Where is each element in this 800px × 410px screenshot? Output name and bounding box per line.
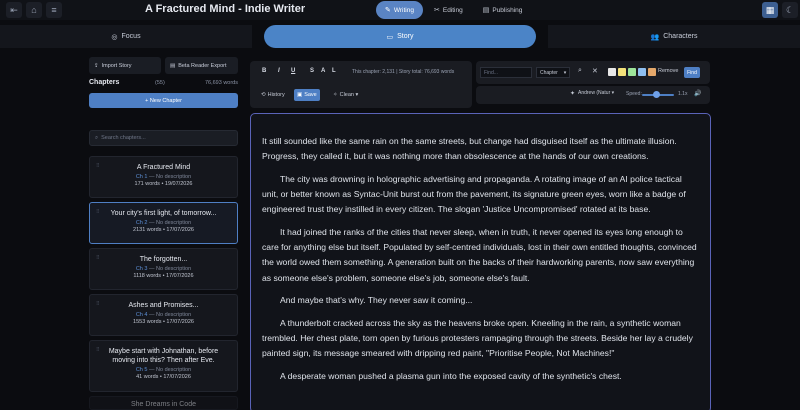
- highlight-swatch[interactable]: [608, 68, 616, 76]
- highlight-swatch[interactable]: [638, 68, 646, 76]
- chapter-item[interactable]: She Dreams in Code: [89, 396, 238, 410]
- drag-handle-icon[interactable]: ⠿: [96, 255, 100, 261]
- tab-focus[interactable]: ◎ Focus: [0, 25, 252, 48]
- editor-paragraph: And maybe that's why. They never saw it …: [280, 295, 473, 306]
- beta-export-button[interactable]: ▤ Beta Reader Export: [165, 57, 238, 74]
- brush-icon: ✧: [333, 92, 338, 98]
- underline-button[interactable]: U: [291, 68, 295, 74]
- top-bar: ⇤ ⌂ ≡ A Fractured Mind - Indie Writer ✎ W…: [0, 0, 800, 20]
- mode-switcher: ✎ Writing ✂ Editing ▤ Publishing: [376, 1, 531, 19]
- tab-characters[interactable]: 👥 Characters: [548, 25, 800, 48]
- mode-writing[interactable]: ✎ Writing: [376, 1, 423, 19]
- upload-icon: ⇪: [94, 62, 99, 69]
- story-editor[interactable]: It still sounded like the same rain on t…: [250, 113, 711, 410]
- highlight-swatch[interactable]: [648, 68, 656, 76]
- word-count: This chapter: 2,131 | Story total: 76,69…: [352, 69, 455, 75]
- speed-slider-handle[interactable]: [652, 91, 660, 98]
- drag-handle-icon[interactable]: ⠿: [96, 209, 100, 215]
- pencil-icon: ✎: [385, 7, 391, 14]
- import-story-button[interactable]: ⇪ Import Story: [89, 57, 161, 74]
- history-button[interactable]: ⟲ History: [258, 89, 288, 101]
- drag-handle-icon[interactable]: ⠿: [96, 163, 100, 169]
- find-bar: Find... Chapter ▾ ⌕ ✕ Remove Find: [476, 61, 710, 84]
- voice-select[interactable]: Andrew (Natur ▾: [578, 90, 614, 96]
- speed-label: Speed:: [626, 91, 642, 97]
- remove-highlight-button[interactable]: Remove: [658, 68, 678, 74]
- chapter-item[interactable]: ⠿ Maybe start with Johnathan, before mov…: [89, 340, 238, 392]
- menu-icon[interactable]: ≡: [46, 2, 62, 18]
- speaker-icon[interactable]: 🔊: [694, 90, 701, 97]
- highlight-swatch[interactable]: [618, 68, 626, 76]
- save-icon: ▣: [297, 92, 303, 98]
- save-button[interactable]: ▣ Save: [294, 89, 320, 101]
- chapter-item[interactable]: ⠿ A Fractured Mind Ch 1 — No description…: [89, 156, 238, 198]
- strike-button[interactable]: S: [310, 68, 314, 74]
- mode-editing[interactable]: ✂ Editing: [425, 1, 472, 19]
- clean-button[interactable]: ✧ Clean ▾: [330, 89, 361, 101]
- search-chapters-input[interactable]: ⌕ Search chapters...: [89, 130, 238, 146]
- chevron-down-icon: ▾: [563, 69, 567, 76]
- target-icon: ◎: [111, 33, 118, 41]
- book-icon: ▤: [482, 7, 490, 14]
- find-scope-select[interactable]: Chapter ▾: [536, 67, 570, 78]
- bold-button[interactable]: B: [262, 68, 266, 74]
- italic-button[interactable]: I: [278, 68, 280, 74]
- find-input[interactable]: Find...: [480, 67, 532, 78]
- chapter-list: ⠿ A Fractured Mind Ch 1 — No description…: [89, 156, 238, 410]
- tab-story[interactable]: ▭ Story: [264, 25, 536, 48]
- moon-icon[interactable]: ☾: [782, 2, 798, 18]
- list-button[interactable]: L: [332, 68, 336, 74]
- new-chapter-button[interactable]: + New Chapter: [89, 93, 238, 108]
- chapter-item[interactable]: ⠿ The forgotten... Ch 3 — No description…: [89, 248, 238, 290]
- home-icon[interactable]: ⌂: [26, 2, 42, 18]
- close-icon[interactable]: ✕: [592, 67, 598, 75]
- drag-handle-icon[interactable]: ⠿: [96, 347, 100, 353]
- highlight-swatch[interactable]: [628, 68, 636, 76]
- app-title: A Fractured Mind - Indie Writer: [145, 3, 306, 15]
- chapter-item-active[interactable]: ⠿ Your city's first light, of tomorrow..…: [89, 202, 238, 244]
- editor-paragraph: It had joined the ranks of the cities th…: [262, 227, 697, 283]
- format-toolbar: B I U S A L This chapter: 2,131 | Story …: [250, 61, 472, 108]
- history-icon: ⟲: [261, 92, 266, 98]
- read-aloud-bar: ✦ Andrew (Natur ▾ Speed: 1.1x 🔊: [476, 86, 710, 104]
- drag-handle-icon[interactable]: ⠿: [96, 301, 100, 307]
- editor-paragraph: It still sounded like the same rain on t…: [262, 136, 677, 162]
- total-words: 76,693 words: [204, 80, 238, 86]
- chapter-count: (55): [155, 80, 165, 86]
- find-button[interactable]: Find: [684, 67, 700, 78]
- grid-icon[interactable]: ▦: [762, 2, 778, 18]
- chapters-header: Chapters (55) 76,693 words: [89, 79, 238, 86]
- view-tabs: ◎ Focus ▭ Story 👥 Characters: [0, 25, 800, 48]
- doc-icon: ▤: [170, 62, 176, 69]
- tools-icon: ✂: [433, 7, 440, 14]
- chapters-label: Chapters: [89, 79, 120, 86]
- search-icon[interactable]: ⌕: [578, 67, 582, 75]
- editor-paragraph: A thunderbolt cracked across the sky as …: [262, 318, 693, 359]
- chapter-item[interactable]: ⠿ Ashes and Promises... Ch 4 — No descri…: [89, 294, 238, 336]
- editor-paragraph: A desperate woman pushed a plasma gun in…: [280, 371, 622, 382]
- people-icon: 👥: [650, 33, 660, 41]
- back-arrow-icon[interactable]: ⇤: [6, 2, 22, 18]
- sparkle-icon: ✦: [570, 91, 576, 97]
- editor-paragraph: The city was drowning in holographic adv…: [262, 173, 686, 215]
- mode-publishing[interactable]: ▤ Publishing: [474, 1, 532, 19]
- book-open-icon: ▭: [386, 33, 394, 41]
- search-icon: ⌕: [95, 134, 99, 141]
- speed-value: 1.1x: [678, 91, 688, 97]
- chapter-sidebar: ⇪ Import Story ▤ Beta Reader Export Chapte…: [86, 57, 241, 410]
- align-button[interactable]: A: [321, 68, 325, 74]
